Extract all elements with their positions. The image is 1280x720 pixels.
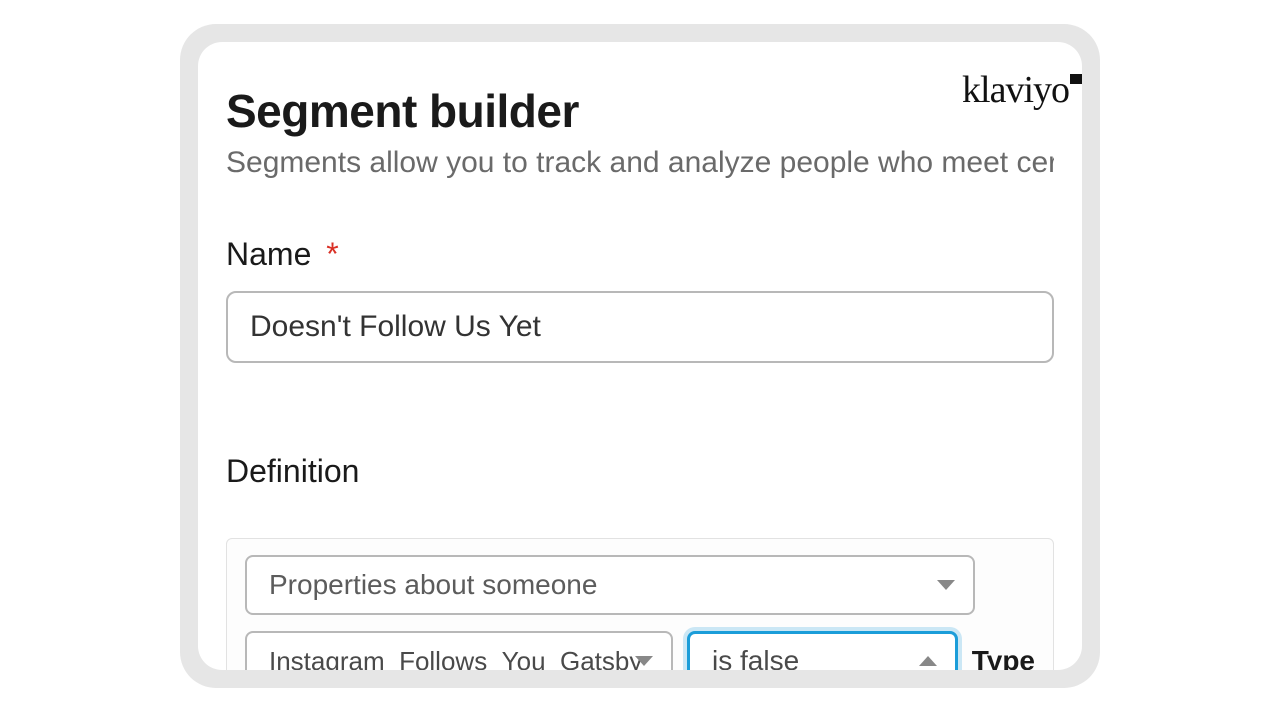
rule-panel: Properties about someone Instagram_Follo… <box>226 538 1054 670</box>
operator-value: is false <box>712 645 799 670</box>
property-value: Instagram_Follows_You_Gatsby <box>269 646 642 671</box>
type-label: Type <box>972 645 1035 670</box>
chevron-down-icon <box>937 580 955 590</box>
klaviyo-logo: klaviyo <box>962 68 1082 112</box>
condition-row: Instagram_Follows_You_Gatsby is false Ty… <box>245 631 1035 670</box>
app-viewport: klaviyo Segment builder Segments allow y… <box>198 42 1082 670</box>
page-subtitle: Segments allow you to track and analyze … <box>226 146 1054 180</box>
name-field-label: Name * <box>226 236 1054 273</box>
logo-mark-icon <box>1070 74 1082 84</box>
required-indicator: * <box>326 236 338 272</box>
name-label-text: Name <box>226 236 311 272</box>
condition-type-select[interactable]: Properties about someone <box>245 555 975 615</box>
name-field-group: Name * <box>226 236 1054 363</box>
logo-text: klaviyo <box>962 68 1069 112</box>
device-frame: klaviyo Segment builder Segments allow y… <box>180 24 1100 688</box>
definition-heading: Definition <box>226 453 1054 490</box>
chevron-up-icon <box>919 656 937 666</box>
segment-name-input[interactable] <box>226 291 1054 363</box>
segment-builder-screen: klaviyo Segment builder Segments allow y… <box>198 42 1082 670</box>
chevron-down-icon <box>635 656 653 666</box>
property-select[interactable]: Instagram_Follows_You_Gatsby <box>245 631 673 670</box>
condition-type-value: Properties about someone <box>269 569 597 601</box>
operator-select[interactable]: is false <box>687 631 958 670</box>
page-title: Segment builder <box>226 84 1054 138</box>
